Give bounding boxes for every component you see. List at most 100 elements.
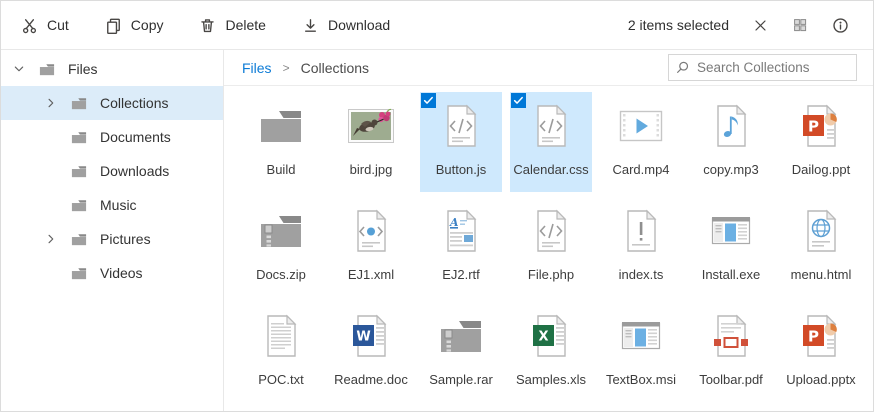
file-name: TextBox.msi bbox=[606, 372, 676, 387]
folder-icon bbox=[37, 61, 57, 78]
sidebar-tree: Files Collections Documents Downloads Mu… bbox=[1, 50, 224, 411]
file-tile[interactable]: Install.exe bbox=[690, 197, 772, 297]
cut-label: Cut bbox=[47, 17, 69, 33]
sidebar-item-label: Downloads bbox=[100, 163, 169, 179]
sidebar-item-label: Pictures bbox=[100, 231, 151, 247]
html-icon bbox=[797, 207, 845, 255]
cut-icon bbox=[21, 17, 38, 34]
download-icon bbox=[302, 17, 319, 34]
expander-icon[interactable] bbox=[43, 232, 59, 246]
folder-icon bbox=[69, 231, 89, 248]
file-tile[interactable]: TextBox.msi bbox=[600, 302, 682, 402]
app-icon bbox=[707, 207, 755, 255]
file-name: Calendar.css bbox=[513, 162, 588, 177]
file-tile[interactable]: menu.html bbox=[780, 197, 862, 297]
sidebar-item-downloads[interactable]: Downloads bbox=[1, 154, 223, 188]
breadcrumb-current: Collections bbox=[301, 60, 369, 76]
content-panel: Files > Collections Build bird.jpg bbox=[224, 50, 873, 411]
zip-icon bbox=[437, 312, 485, 360]
file-name: index.ts bbox=[619, 267, 664, 282]
rtf-icon bbox=[437, 207, 485, 255]
file-name: Samples.xls bbox=[516, 372, 586, 387]
file-tile[interactable]: Toolbar.pdf bbox=[690, 302, 772, 402]
breadcrumb-separator-icon: > bbox=[283, 61, 290, 75]
file-tile[interactable]: Button.js bbox=[420, 92, 502, 192]
download-button[interactable]: Download bbox=[302, 17, 390, 34]
folder-icon bbox=[69, 163, 89, 180]
ppt-icon bbox=[797, 312, 845, 360]
file-tile[interactable]: POC.txt bbox=[240, 302, 322, 402]
checkbox-checked-icon[interactable] bbox=[511, 93, 526, 108]
folder-icon bbox=[69, 265, 89, 282]
search-input[interactable] bbox=[697, 60, 850, 75]
expander-icon[interactable] bbox=[43, 96, 59, 110]
sidebar-item-files[interactable]: Files bbox=[1, 52, 223, 86]
cut-button[interactable]: Cut bbox=[21, 17, 69, 34]
sidebar-item-label: Videos bbox=[100, 265, 143, 281]
file-tile[interactable]: EJ2.rtf bbox=[420, 197, 502, 297]
copy-button[interactable]: Copy bbox=[105, 17, 164, 34]
doc-icon bbox=[347, 312, 395, 360]
expander-icon[interactable] bbox=[11, 62, 27, 76]
sidebar-item-label: Documents bbox=[100, 129, 171, 145]
sidebar-item-label: Music bbox=[100, 197, 137, 213]
file-tile[interactable]: Sample.rar bbox=[420, 302, 502, 402]
checkbox-checked-icon[interactable] bbox=[421, 93, 436, 108]
sidebar-item-collections[interactable]: Collections bbox=[1, 86, 223, 120]
file-tile[interactable]: Docs.zip bbox=[240, 197, 322, 297]
chevron-right-icon bbox=[44, 96, 58, 110]
file-tile[interactable]: copy.mp3 bbox=[690, 92, 772, 192]
file-name: EJ1.xml bbox=[348, 267, 394, 282]
app-icon bbox=[617, 312, 665, 360]
file-tile[interactable]: bird.jpg bbox=[330, 92, 412, 192]
txt-icon bbox=[257, 312, 305, 360]
code-icon bbox=[527, 207, 575, 255]
view-switch-button[interactable] bbox=[792, 17, 808, 33]
file-tile[interactable]: Samples.xls bbox=[510, 302, 592, 402]
sidebar-item-label: Collections bbox=[100, 95, 168, 111]
zip-icon bbox=[257, 207, 305, 255]
folder-icon bbox=[69, 129, 89, 146]
file-name: Build bbox=[267, 162, 296, 177]
sidebar-item-pictures[interactable]: Pictures bbox=[1, 222, 223, 256]
file-tile[interactable]: Card.mp4 bbox=[600, 92, 682, 192]
delete-label: Delete bbox=[225, 17, 265, 33]
file-name: Dailog.ppt bbox=[792, 162, 851, 177]
selection-status: 2 items selected bbox=[628, 17, 729, 33]
breadcrumb-root[interactable]: Files bbox=[242, 60, 272, 76]
xls-icon bbox=[527, 312, 575, 360]
sidebar-item-videos[interactable]: Videos bbox=[1, 256, 223, 290]
file-tile[interactable]: EJ1.xml bbox=[330, 197, 412, 297]
delete-button[interactable]: Delete bbox=[199, 17, 265, 34]
file-name: Sample.rar bbox=[429, 372, 493, 387]
chevron-down-icon bbox=[12, 62, 26, 76]
file-tile[interactable]: Readme.doc bbox=[330, 302, 412, 402]
folder-icon bbox=[69, 197, 89, 214]
file-name: Toolbar.pdf bbox=[699, 372, 763, 387]
toolbar-right: 2 items selected bbox=[628, 17, 849, 34]
ppt-icon bbox=[797, 102, 845, 150]
file-name: File.php bbox=[528, 267, 574, 282]
file-tile[interactable]: File.php bbox=[510, 197, 592, 297]
sidebar-item-music[interactable]: Music bbox=[1, 188, 223, 222]
close-icon bbox=[753, 18, 768, 33]
sidebar-item-documents[interactable]: Documents bbox=[1, 120, 223, 154]
file-tile[interactable]: Dailog.ppt bbox=[780, 92, 862, 192]
file-name: EJ2.rtf bbox=[442, 267, 480, 282]
file-tile[interactable]: Calendar.css bbox=[510, 92, 592, 192]
details-button[interactable] bbox=[832, 17, 849, 34]
code-icon bbox=[437, 102, 485, 150]
image-icon bbox=[347, 102, 395, 150]
file-tile[interactable]: Upload.pptx bbox=[780, 302, 862, 402]
chevron-right-icon bbox=[44, 232, 58, 246]
grid-view-icon bbox=[792, 17, 808, 33]
file-name: Card.mp4 bbox=[612, 162, 669, 177]
copy-icon bbox=[105, 17, 122, 34]
sidebar-item-label: Files bbox=[68, 61, 98, 77]
clear-selection-button[interactable] bbox=[753, 18, 768, 33]
file-name: menu.html bbox=[791, 267, 852, 282]
folder-icon bbox=[69, 95, 89, 112]
file-tile[interactable]: Build bbox=[240, 92, 322, 192]
xml-icon bbox=[347, 207, 395, 255]
file-tile[interactable]: index.ts bbox=[600, 197, 682, 297]
